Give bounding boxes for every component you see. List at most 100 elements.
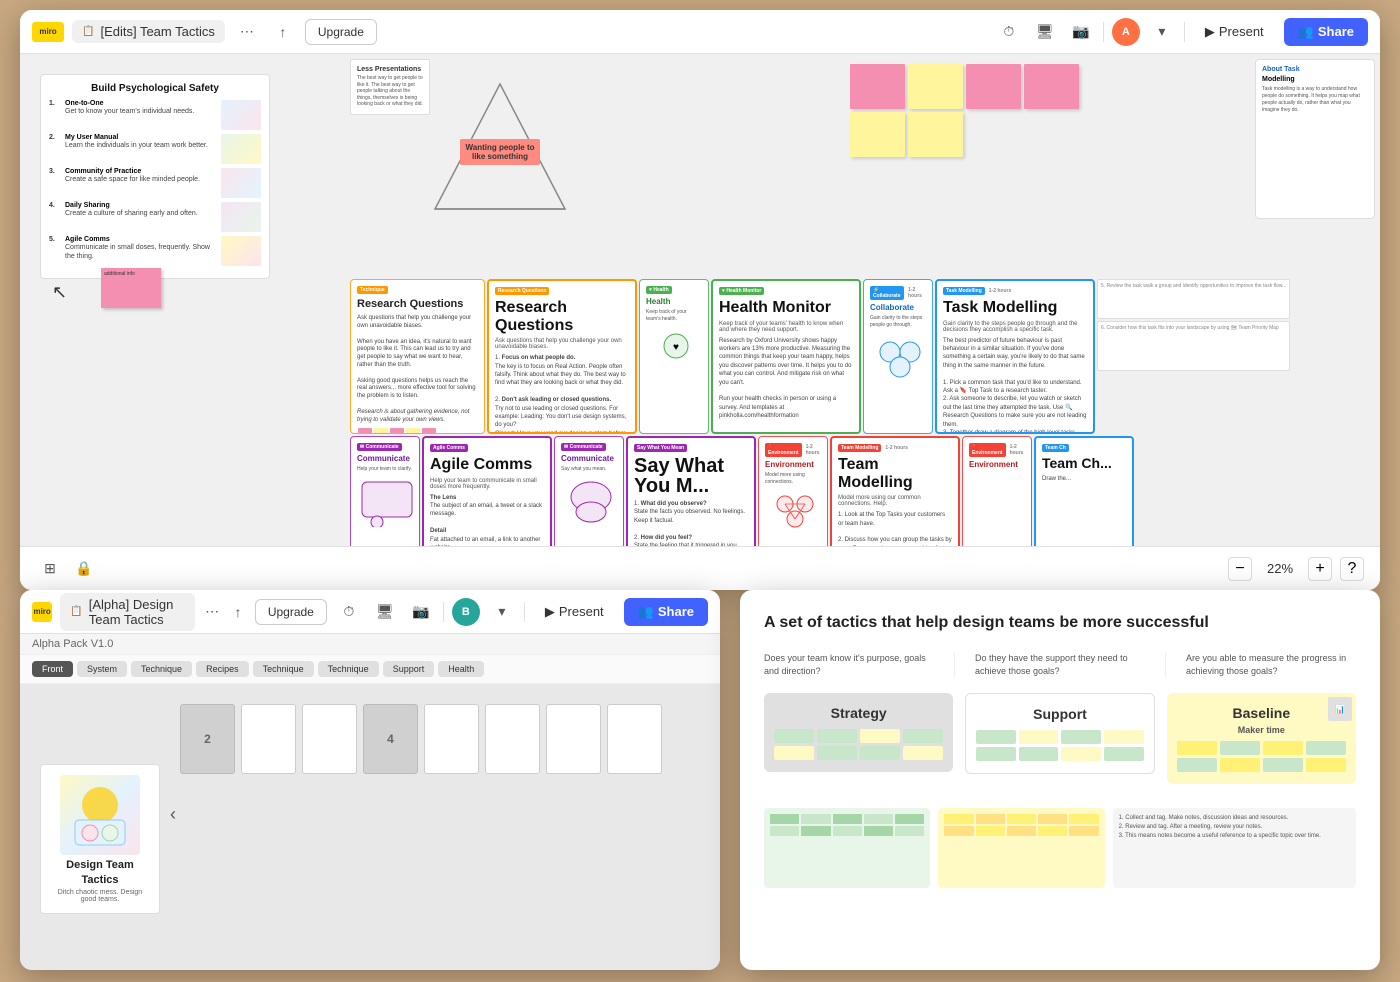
zoom-level: 22% <box>1260 561 1300 576</box>
psych-item-2-title: My User Manual <box>65 134 217 141</box>
page-5: 4 <box>363 704 418 774</box>
export-icon[interactable]: ↑ <box>269 18 297 46</box>
bottom-box-2 <box>938 808 1104 888</box>
zoom-minus-button[interactable]: − <box>1228 557 1252 581</box>
env2-section-label: Environment <box>969 460 1025 469</box>
baseline-mini-grid <box>1177 741 1346 772</box>
secondary-canvas[interactable]: ‹ Design Team Tactics Ditch chaotic mess… <box>20 684 720 970</box>
secondary-toolbar-right: ⏱ 🖥 📷 B ▾ ▶ Present 👥 Share <box>335 598 708 626</box>
secondary-export-icon[interactable]: ↑ <box>229 598 247 626</box>
tab-system[interactable]: System <box>77 661 127 677</box>
health-header-card: ♥ Health Health Keep track of your team'… <box>639 279 709 434</box>
user-avatar[interactable]: A <box>1112 18 1140 46</box>
tab-health[interactable]: Health <box>438 661 484 677</box>
env-section-label: Environment <box>765 460 821 469</box>
toolbar-separator-2 <box>1184 22 1185 42</box>
secondary-board-tab[interactable]: 📋 [Alpha] Design Team Tactics <box>60 593 195 631</box>
s-cell-3 <box>860 729 900 743</box>
bl-cell-6 <box>1220 758 1260 772</box>
zoom-plus-button[interactable]: + <box>1308 557 1332 581</box>
tm-subtitle: Gain clarity to the steps people go thro… <box>943 321 1087 333</box>
psych-item-3-desc: Create a safe space for like minded peop… <box>65 175 217 184</box>
present-button[interactable]: ▶ Present <box>1193 18 1276 46</box>
left-arrow[interactable]: ‹ <box>170 804 176 825</box>
tc-title: Team Ch... <box>1042 456 1126 471</box>
sticky-yellow-3 <box>908 112 963 157</box>
s-cell-5 <box>774 746 814 760</box>
page-9 <box>607 704 662 774</box>
sticky-pink-1 <box>850 64 905 109</box>
info-panel: A set of tactics that help design teams … <box>740 590 1380 970</box>
technique-body: Ask questions that help you challenge yo… <box>357 315 478 424</box>
strategy-mini-grid <box>774 729 943 760</box>
share-button[interactable]: 👥 Share <box>1284 18 1368 46</box>
bl-cell-8 <box>1306 758 1346 772</box>
support-label: Support <box>976 706 1143 722</box>
grid-icon[interactable]: ⊞ <box>36 555 64 583</box>
video-icon[interactable]: 📷 <box>1067 18 1095 46</box>
info-panel-title: A set of tactics that help design teams … <box>764 614 1356 632</box>
swym-title: Say What You M... <box>634 456 748 496</box>
share-icon: 👥 <box>1298 24 1314 40</box>
collab-illustration <box>870 332 926 384</box>
bottom-grid-1 <box>770 814 924 836</box>
bottom-box-1 <box>764 808 930 888</box>
tab-icon: 📋 <box>82 26 94 37</box>
upgrade-button[interactable]: Upgrade <box>305 19 377 45</box>
baseline-thumb: 📊 <box>1328 697 1352 721</box>
page-4 <box>302 704 357 774</box>
tab-support[interactable]: Support <box>383 661 435 677</box>
technique-stickies <box>357 427 478 434</box>
tab-technique[interactable]: Technique <box>131 661 192 677</box>
secondary-upgrade-button[interactable]: Upgrade <box>255 599 327 625</box>
screen-icon[interactable]: 🖥 <box>1031 18 1059 46</box>
hm-title: Health Monitor <box>719 299 853 317</box>
health-hdr: ♥ Health <box>646 286 702 294</box>
less-presentations-card: Less Presentations The best way to get p… <box>350 59 430 115</box>
timer-icon[interactable]: ⏱ <box>995 18 1023 46</box>
zoom-help-button[interactable]: ? <box>1340 557 1364 581</box>
secondary-share-button[interactable]: 👥 Share <box>624 598 708 626</box>
collab-svg <box>870 332 930 382</box>
technique-card: Technique Research Questions Ask questio… <box>350 279 485 434</box>
pages-grid: 2 4 <box>180 704 700 774</box>
tab-technique3[interactable]: Technique <box>318 661 379 677</box>
comm-section-label: Communicate <box>357 454 413 463</box>
secondary-present-button[interactable]: ▶ Present <box>533 598 616 626</box>
board-tab[interactable]: 📋 [Edits] Team Tactics <box>72 20 225 43</box>
sup-cell-6 <box>1019 747 1059 761</box>
comm2-section-desc: Say what you mean. <box>561 466 617 473</box>
questions-row: Does your team know it's purpose, goals … <box>764 652 1356 677</box>
secondary-chevron-icon[interactable]: ▾ <box>488 598 516 626</box>
remaining-cards-area: 5. Review the task walk a group and iden… <box>1097 279 1290 434</box>
psych-item-5-img <box>221 236 261 266</box>
zoom-controls: − 22% + ? <box>1228 557 1364 581</box>
page-2: 2 <box>180 704 235 774</box>
chevron-down-icon[interactable]: ▾ <box>1148 18 1176 46</box>
less-presentations-body: The best way to get people to like it. T… <box>357 75 423 108</box>
health-monitor-card: ♥ Health Monitor Health Monitor Keep tra… <box>711 279 861 434</box>
secondary-board-title: [Alpha] Design Team Tactics <box>89 597 186 627</box>
tab-technique2[interactable]: Technique <box>253 661 314 677</box>
sticky-t1 <box>358 428 372 434</box>
comm2-illustration <box>561 477 617 529</box>
secondary-miro-window: miro 📋 [Alpha] Design Team Tactics ⋯ ↑ U… <box>20 590 720 970</box>
review-card: 5. Review the task walk a group and iden… <box>1097 279 1290 319</box>
main-canvas[interactable]: ↖ Build Psychological Safety 1. One-to-O… <box>20 54 1380 590</box>
comm2-svg <box>561 477 621 527</box>
secondary-more-icon[interactable]: ⋯ <box>203 598 221 626</box>
left-toolbar-tools: ⊞ 🔒 <box>36 555 98 583</box>
secondary-screen-icon[interactable]: 🖥 <box>371 598 399 626</box>
board-title: [Edits] Team Tactics <box>100 24 214 39</box>
lock-icon[interactable]: 🔒 <box>70 555 98 583</box>
secondary-timer-icon[interactable]: ⏱ <box>335 598 363 626</box>
support-mini-grid <box>976 730 1143 761</box>
main-toolbar: miro 📋 [Edits] Team Tactics ⋯ ↑ Upgrade … <box>20 10 1380 54</box>
more-options-icon[interactable]: ⋯ <box>233 18 261 46</box>
tab-recipes[interactable]: Recipes <box>196 661 249 677</box>
sticky-yellow-2 <box>850 112 905 157</box>
health-section-desc: Keep track of your team's health. <box>646 309 702 322</box>
tab-front[interactable]: Front <box>32 661 73 677</box>
secondary-video-icon[interactable]: 📷 <box>407 598 435 626</box>
secondary-user-avatar[interactable]: B <box>452 598 480 626</box>
